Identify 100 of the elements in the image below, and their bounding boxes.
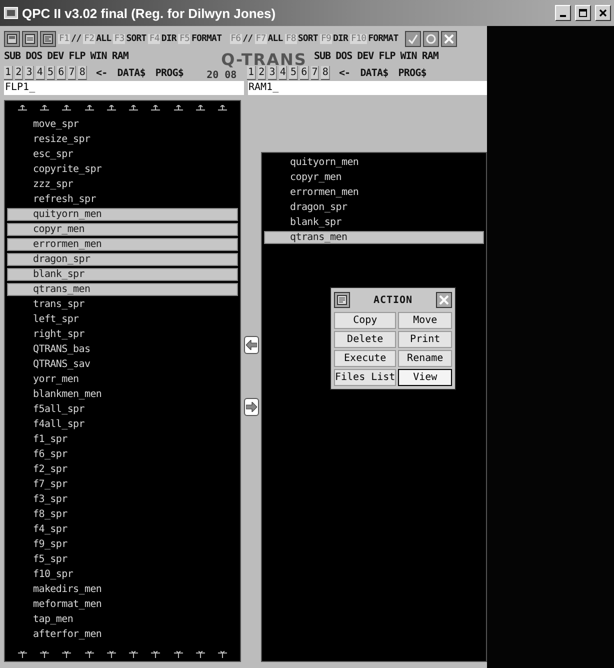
file-item[interactable]: esc_spr — [5, 147, 240, 162]
menu-item[interactable]: DOS — [336, 51, 352, 62]
function-key-button[interactable]: F7 ALL — [254, 34, 283, 44]
copy-left-button[interactable] — [244, 336, 258, 354]
file-item[interactable]: blank_spr — [262, 215, 486, 230]
check-button[interactable] — [405, 31, 422, 47]
quick-key-button[interactable]: 3 — [268, 66, 277, 80]
file-item[interactable]: quityorn_men — [7, 207, 238, 222]
file-item[interactable]: QTRANS_bas — [5, 342, 240, 357]
file-item[interactable]: move_spr — [5, 117, 240, 132]
file-item[interactable]: f5all_spr — [5, 402, 240, 417]
file-item[interactable]: copyrite_spr — [5, 162, 240, 177]
menu-item[interactable]: RAM — [112, 51, 128, 62]
menu-item[interactable]: WIN — [400, 51, 417, 62]
action-button[interactable]: Delete — [334, 331, 396, 348]
quick-key-button[interactable]: 8 — [78, 66, 87, 80]
action-button[interactable]: Move — [398, 312, 452, 329]
file-item[interactable]: copyr_men — [262, 170, 486, 185]
file-item[interactable]: meformat_men — [5, 597, 240, 612]
quick-key-button[interactable]: DATA$ — [359, 66, 390, 80]
file-item[interactable]: QTRANS_sav — [5, 357, 240, 372]
circle-button[interactable] — [423, 31, 440, 47]
file-item[interactable]: f10_spr — [5, 567, 240, 582]
quick-key-button[interactable]: 5 — [289, 66, 298, 80]
quick-key-button[interactable]: 2 — [14, 66, 24, 80]
menu-item[interactable]: DOS — [26, 51, 42, 62]
action-button[interactable]: Execute — [334, 350, 396, 367]
file-item[interactable]: dragon_spr — [7, 252, 238, 267]
path-field[interactable]: RAM1_ — [248, 81, 487, 95]
quick-key-button[interactable]: PROG$ — [397, 66, 428, 80]
action-button[interactable]: Files List — [334, 369, 396, 386]
file-item[interactable]: f2_spr — [5, 462, 240, 477]
quick-key-button[interactable]: 4 — [36, 66, 44, 80]
file-item[interactable]: tap_men — [5, 612, 240, 627]
file-item[interactable]: blank_spr — [7, 267, 238, 282]
file-item[interactable]: f6_spr — [5, 447, 240, 462]
file-item[interactable]: f1_spr — [5, 432, 240, 447]
file-item[interactable]: dragon_spr — [262, 200, 486, 215]
file-item[interactable]: right_spr — [5, 327, 240, 342]
action-button[interactable]: View — [398, 369, 452, 386]
file-item[interactable]: errormen_men — [7, 237, 238, 252]
action-button[interactable]: Rename — [398, 350, 452, 367]
file-item[interactable]: zzz_spr — [5, 177, 240, 192]
action-button[interactable]: Print — [398, 331, 452, 348]
quick-key-button[interactable]: 8 — [321, 66, 330, 80]
path-field[interactable]: FLP1_ — [4, 81, 244, 95]
file-item[interactable]: f5_spr — [5, 552, 240, 567]
file-item[interactable]: f4_spr — [5, 522, 240, 537]
close-button[interactable] — [441, 31, 458, 47]
quick-key-button[interactable]: 6 — [300, 66, 309, 80]
copy-right-button[interactable] — [244, 398, 258, 416]
menu-item[interactable]: FLP — [68, 51, 86, 62]
quick-key-button[interactable]: 4 — [278, 66, 288, 80]
function-key-button[interactable]: F3 SORT — [113, 34, 146, 44]
action-button[interactable]: Copy — [334, 312, 396, 329]
file-item[interactable]: makedirs_men — [5, 582, 240, 597]
quick-key-button[interactable]: 7 — [310, 66, 320, 80]
file-item[interactable]: f3_spr — [5, 492, 240, 507]
close-button[interactable] — [436, 292, 452, 308]
file-item[interactable]: yorr_men — [5, 372, 240, 387]
quick-key-button[interactable]: <- — [338, 66, 352, 80]
file-item[interactable]: blankmen_men — [5, 387, 240, 402]
minimize-button[interactable] — [555, 5, 571, 21]
quick-key-button[interactable]: 5 — [46, 66, 56, 80]
file-item[interactable]: errormen_men — [262, 185, 486, 200]
file-item[interactable]: f9_spr — [5, 537, 240, 552]
menu-item[interactable]: DEV — [357, 51, 374, 62]
file-item[interactable]: afterfor_men — [5, 627, 240, 642]
file-item[interactable]: quityorn_men — [262, 155, 486, 170]
quick-key-button[interactable]: 1 — [246, 66, 256, 80]
file-item[interactable]: trans_spr — [5, 297, 240, 312]
maximize-button[interactable] — [575, 5, 591, 21]
file-item[interactable]: resize_spr — [5, 132, 240, 147]
function-key-button[interactable]: F9 DIR — [320, 34, 348, 44]
file-item[interactable]: refresh_spr — [5, 192, 240, 207]
menu-item[interactable]: SUB — [314, 51, 331, 62]
file-item[interactable]: f4all_spr — [5, 417, 240, 432]
menu-item[interactable]: FLP — [378, 51, 396, 62]
window-button[interactable] — [334, 292, 350, 308]
menu-item[interactable]: WIN — [90, 51, 107, 62]
function-key-button[interactable]: F8 SORT — [284, 34, 318, 44]
quick-key-button[interactable]: PROG$ — [154, 66, 184, 80]
file-item[interactable]: qtrans_men — [7, 282, 238, 297]
file-item[interactable]: left_spr — [5, 312, 240, 327]
function-key-button[interactable]: F4 DIR — [148, 34, 176, 44]
quick-key-button[interactable]: 3 — [25, 66, 34, 80]
quick-key-button[interactable]: 1 — [4, 66, 13, 80]
quick-key-button[interactable]: DATA$ — [116, 66, 146, 80]
menu-item[interactable]: DEV — [47, 51, 64, 62]
file-item[interactable]: f7_spr — [5, 477, 240, 492]
function-key-button[interactable]: F5 FORMAT — [178, 34, 222, 44]
quick-key-button[interactable]: <- — [95, 66, 108, 80]
function-key-button[interactable]: F10 FORMAT — [350, 34, 398, 44]
file-item[interactable]: f8_spr — [5, 507, 240, 522]
quick-key-button[interactable]: 7 — [68, 66, 76, 80]
window-button[interactable] — [4, 31, 20, 47]
file-item[interactable]: qtrans_men — [264, 230, 484, 245]
window-button[interactable] — [22, 31, 38, 47]
file-item[interactable]: copyr_men — [7, 222, 238, 237]
quick-key-button[interactable]: 6 — [57, 66, 66, 80]
